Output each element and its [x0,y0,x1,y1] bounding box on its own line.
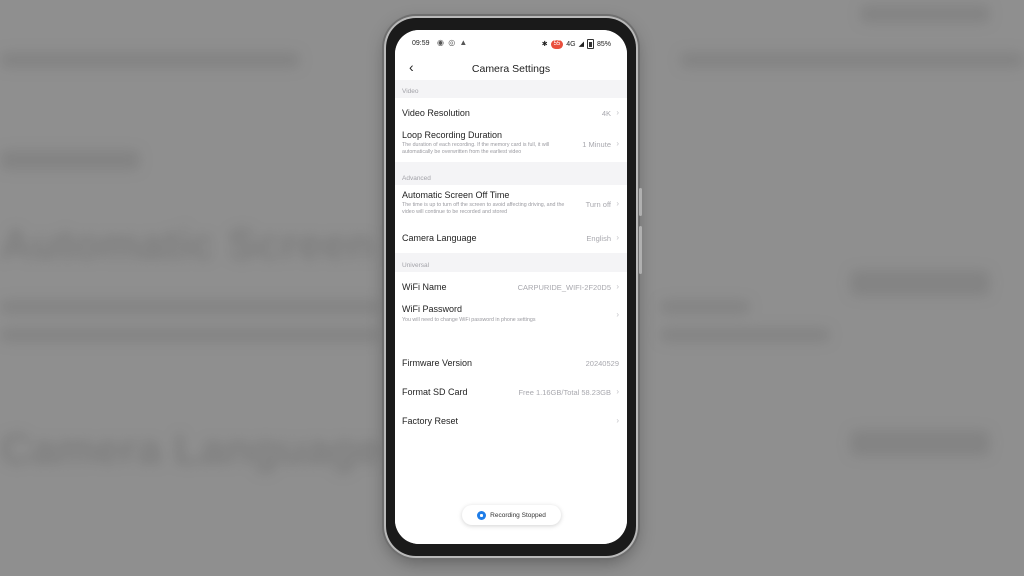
battery-icon [586,39,594,49]
setting-description: You will need to change WiFi password in… [402,317,536,323]
setting-factory-reset[interactable]: Factory Reset › [395,411,627,433]
phone-screen: 09:59 ◉ ◎ ▲ ✱ 55 4G ◢ 85% ‹ Camera Setti… [395,30,627,544]
setting-format-sd-card[interactable]: Format SD Card Free 1.16GB/Total 58.23GB… [395,382,627,404]
setting-value: 20240529 [585,359,619,368]
setting-value: English [586,234,611,243]
setting-value: Free 1.16GB/Total 58.23GB [518,388,611,397]
setting-loop-recording[interactable]: Loop Recording Duration The duration of … [395,126,627,162]
chevron-right-icon: › [616,233,619,242]
section-label-universal: Universal [402,262,430,269]
status-bar: 09:59 ◉ ◎ ▲ ✱ 55 4G ◢ 85% [395,30,627,56]
chevron-right-icon: › [616,199,619,208]
section-label-video: Video [402,88,419,95]
setting-value: Turn off [585,200,611,209]
toast-text: Recording Stopped [490,511,546,519]
setting-screen-off-time[interactable]: Automatic Screen Off Time The time is up… [395,185,627,223]
notification-badge: 55 [550,39,564,49]
setting-label: Firmware Version [402,358,473,368]
setting-wifi-password[interactable]: WiFi Password You will need to change Wi… [395,301,627,331]
notification-icons: ◉ ◎ ▲ [437,38,469,47]
section-label-advanced: Advanced [402,175,431,182]
setting-value: CARPURIDE_WIFI-2F20D5 [517,283,611,292]
network-type: 4G [566,40,576,48]
setting-camera-language[interactable]: Camera Language English › [395,223,627,253]
page-title: Camera Settings [471,63,551,75]
status-right: ✱ 55 4G ◢ 85% [542,39,611,49]
battery-level: 85% [596,40,611,48]
chevron-right-icon: › [616,310,619,319]
setting-label: Loop Recording Duration [402,130,503,140]
setting-value: 1 Minute [582,140,611,149]
chevron-right-icon: › [616,139,619,148]
setting-label: WiFi Name [402,282,447,292]
setting-label: Camera Language [402,233,477,243]
signal-icon: ◢ [578,41,584,48]
setting-description: The duration of each recording. If the m… [402,142,550,155]
header-bar: ‹ Camera Settings [395,56,627,80]
setting-wifi-name[interactable]: WiFi Name CARPURIDE_WIFI-2F20D5 › [395,275,627,299]
chevron-right-icon: › [616,282,619,291]
setting-label: Factory Reset [402,416,459,426]
setting-label: Automatic Screen Off Time [402,190,510,200]
setting-label: Video Resolution [402,108,470,118]
power-button [639,226,642,274]
setting-label: Format SD Card [402,387,468,397]
volume-button [639,188,642,216]
setting-video-resolution[interactable]: Video Resolution 4K › [395,98,627,126]
recording-stopped-toast: Recording Stopped [462,505,561,525]
setting-label: WiFi Password [402,304,463,314]
phone-frame: 09:59 ◉ ◎ ▲ ✱ 55 4G ◢ 85% ‹ Camera Setti… [386,18,642,556]
record-stop-icon [477,510,487,520]
chevron-right-icon: › [616,416,619,425]
setting-firmware-version: Firmware Version 20240529 [395,354,627,374]
chevron-right-icon: › [616,108,619,117]
chevron-right-icon: › [616,387,619,396]
setting-value: 4K [601,109,611,118]
setting-description: The time is up to turn off the screen to… [402,202,565,215]
status-time: 09:59 [412,40,430,47]
bluetooth-icon: ✱ [541,41,548,48]
